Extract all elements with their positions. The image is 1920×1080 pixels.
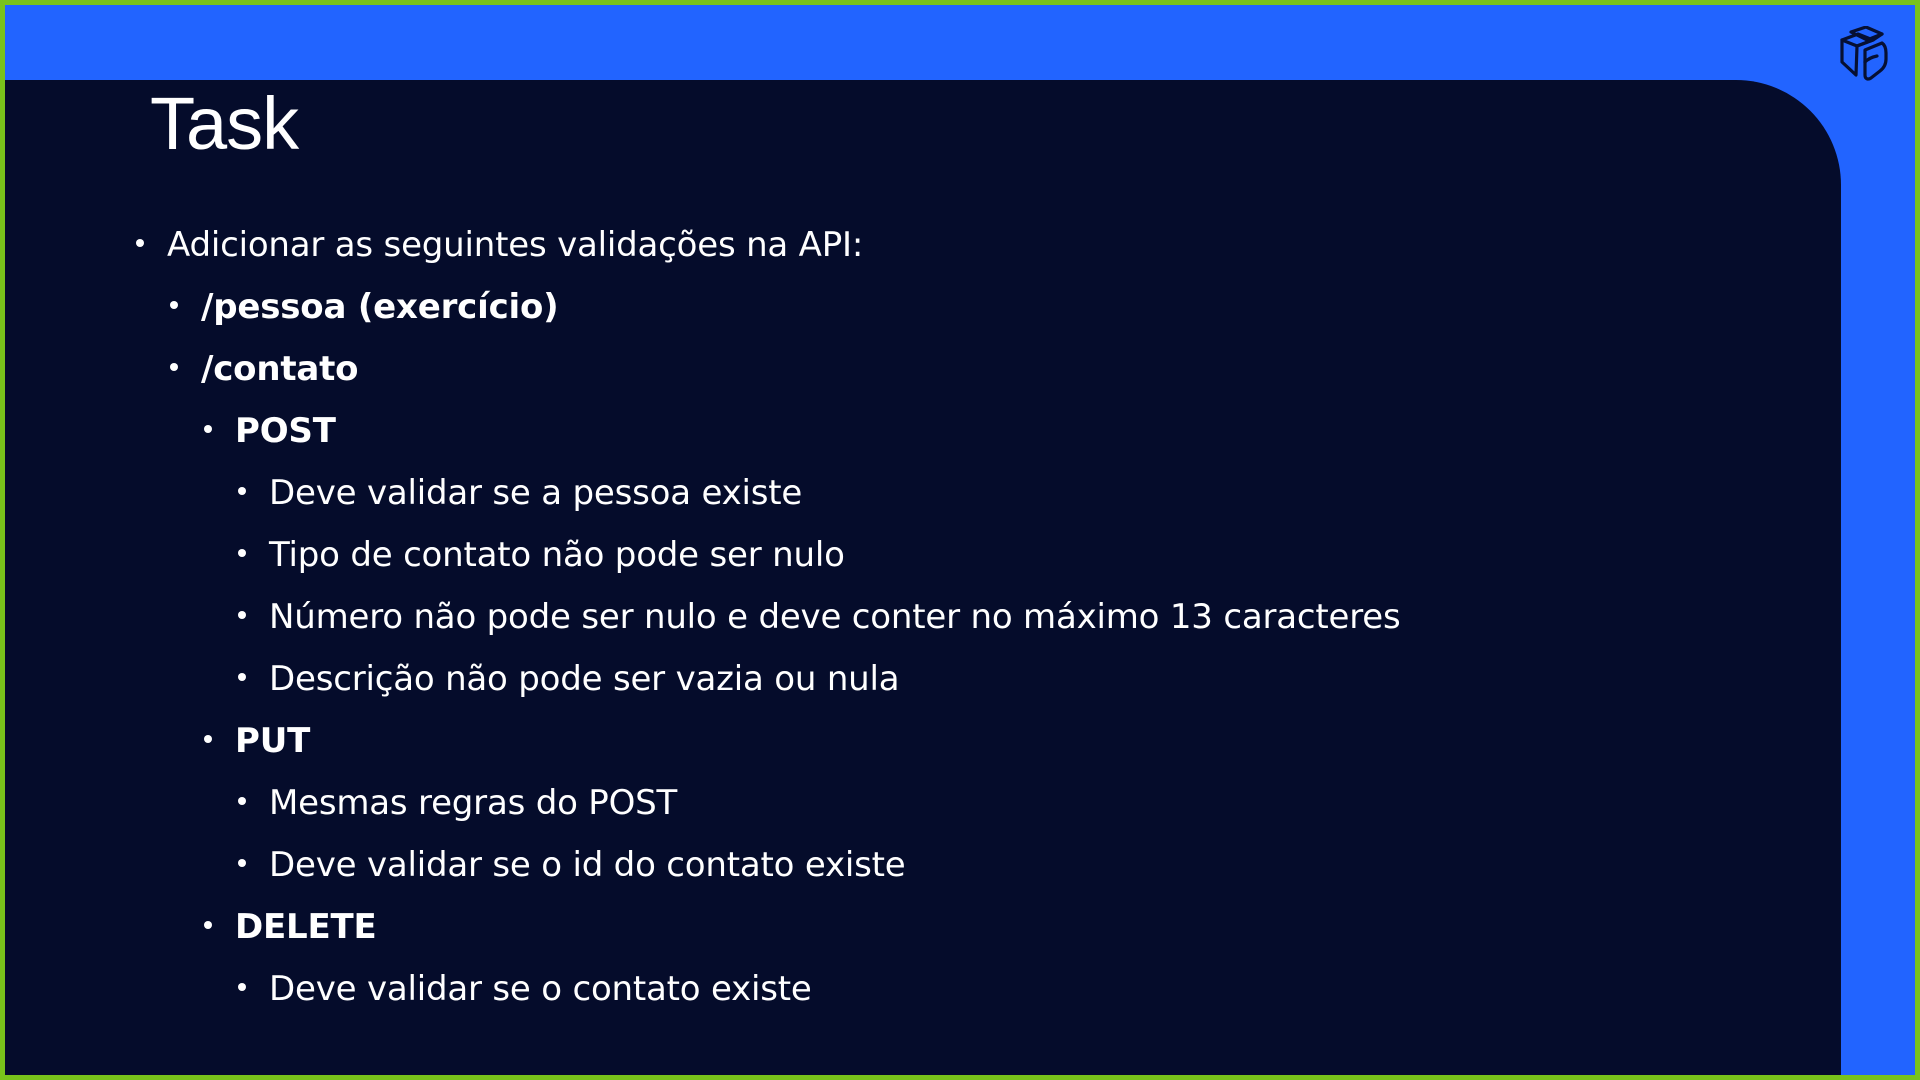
- bullet-dot-icon: [238, 797, 246, 805]
- bullet-post-person-exists: Deve validar se a pessoa existe: [130, 465, 1780, 527]
- bullet-text: /pessoa (exercício): [201, 287, 559, 327]
- bullet-dot-icon: [238, 549, 246, 557]
- bullet-text: DELETE: [235, 907, 377, 947]
- bullet-dot-icon: [170, 363, 178, 371]
- bullet-dot-icon: [238, 859, 246, 867]
- bullet-text: Número não pode ser nulo e deve conter n…: [269, 597, 1401, 637]
- bullet-dot-icon: [238, 487, 246, 495]
- bullet-text: POST: [235, 411, 336, 451]
- bullet-put-same-rules: Mesmas regras do POST: [130, 775, 1780, 837]
- bullet-contato-endpoint: /contato: [130, 341, 1780, 403]
- presentation-slide: Task Adicionar as seguintes validações n…: [0, 0, 1920, 1080]
- bullet-text: Tipo de contato não pode ser nulo: [269, 535, 845, 575]
- bullet-add-api-validations: Adicionar as seguintes validações na API…: [130, 217, 1780, 279]
- slide-title: Task: [150, 82, 299, 165]
- bullet-post-method: POST: [130, 403, 1780, 465]
- bullet-dot-icon: [136, 239, 144, 247]
- bullet-delete-method: DELETE: [130, 899, 1780, 961]
- bullet-dot-icon: [238, 983, 246, 991]
- isometric-cube-logo-icon: [1840, 26, 1888, 81]
- bullet-dot-icon: [170, 301, 178, 309]
- bullet-post-description-required: Descrição não pode ser vazia ou nula: [130, 651, 1780, 713]
- bullet-text: Deve validar se o contato existe: [269, 969, 812, 1009]
- bullet-delete-contact-exists: Deve validar se o contato existe: [130, 961, 1780, 1023]
- bullet-text: Deve validar se a pessoa existe: [269, 473, 803, 513]
- bullet-text: Descrição não pode ser vazia ou nula: [269, 659, 900, 699]
- bullet-put-contact-id-exists: Deve validar se o id do contato existe: [130, 837, 1780, 899]
- bullet-dot-icon: [238, 611, 246, 619]
- bullet-pessoa-endpoint: /pessoa (exercício): [130, 279, 1780, 341]
- validation-bullet-list: Adicionar as seguintes validações na API…: [130, 217, 1780, 1023]
- bullet-put-method: PUT: [130, 713, 1780, 775]
- bullet-dot-icon: [204, 921, 212, 929]
- bullet-post-number-validation: Número não pode ser nulo e deve conter n…: [130, 589, 1780, 651]
- bullet-text: Deve validar se o id do contato existe: [269, 845, 906, 885]
- bullet-dot-icon: [204, 425, 212, 433]
- bullet-text: /contato: [201, 349, 359, 389]
- bullet-text: Mesmas regras do POST: [269, 783, 678, 823]
- bullet-post-contact-type-required: Tipo de contato não pode ser nulo: [130, 527, 1780, 589]
- bullet-text: PUT: [235, 721, 311, 761]
- bullet-dot-icon: [204, 735, 212, 743]
- bullet-text: Adicionar as seguintes validações na API…: [167, 225, 864, 265]
- bullet-dot-icon: [238, 673, 246, 681]
